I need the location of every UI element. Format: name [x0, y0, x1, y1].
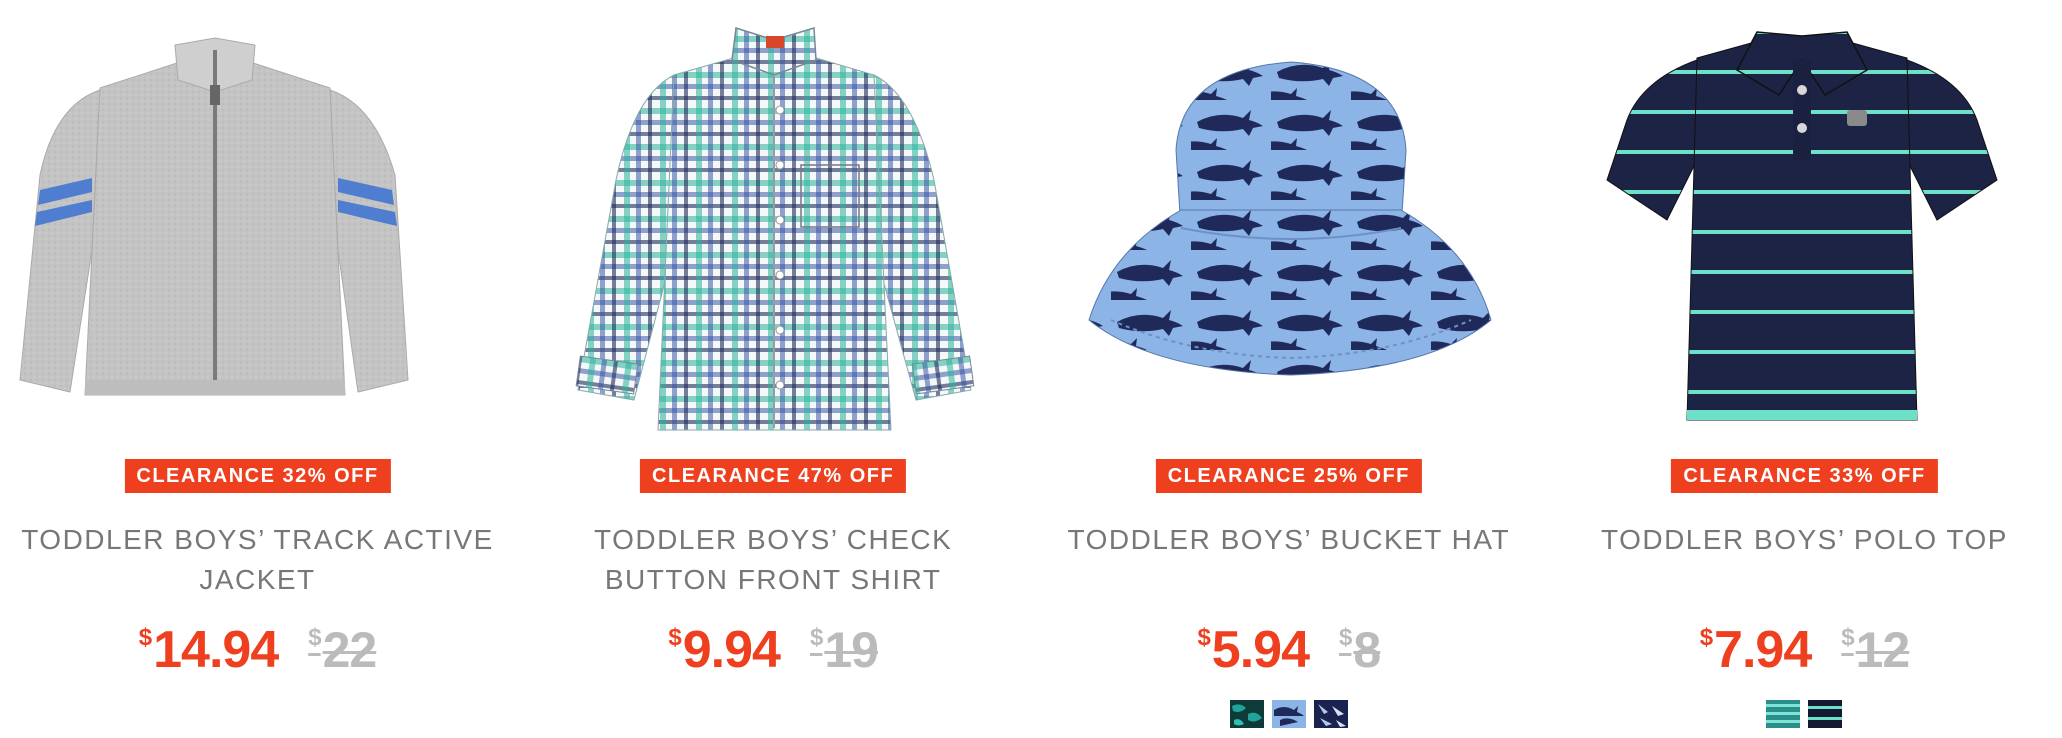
clearance-badge: CLEARANCE 32% OFF — [124, 459, 391, 493]
product-title[interactable]: TODDLER BOYS’ BUCKET HAT — [1051, 520, 1526, 560]
product-grid: CLEARANCE 32% OFF TODDLER BOYS’ TRACK AC… — [0, 0, 2062, 738]
color-swatches — [1031, 700, 1546, 728]
product-image[interactable] — [516, 0, 1031, 440]
navy-pattern-swatch-icon — [1313, 700, 1348, 728]
striped-polo-image — [1606, 31, 1998, 421]
product-image[interactable] — [0, 0, 515, 440]
price-row: $5.94 $8 — [1031, 608, 1546, 680]
product-card[interactable]: CLEARANCE 25% OFF TODDLER BOYS’ BUCKET H… — [1031, 0, 1546, 738]
clearance-badge: CLEARANCE 25% OFF — [1155, 459, 1422, 493]
original-price-value: 19 — [824, 622, 879, 678]
price-row: $9.94 $19 — [516, 608, 1031, 680]
product-card[interactable]: CLEARANCE 33% OFF TODDLER BOYS’ POLO TOP… — [1547, 0, 2062, 738]
currency-symbol: $ — [1197, 624, 1210, 651]
sale-price: $7.94 — [1699, 608, 1813, 680]
sale-price: $5.94 — [1197, 608, 1310, 680]
color-swatch[interactable] — [1808, 700, 1843, 728]
product-card[interactable]: CLEARANCE 47% OFF TODDLER BOYS’ CHECK BU… — [516, 0, 1031, 738]
currency-symbol: $ — [668, 624, 681, 651]
original-price: $8 — [1339, 608, 1381, 680]
currency-symbol: $ — [1339, 624, 1352, 651]
product-title[interactable]: TODDLER BOYS’ POLO TOP — [1567, 520, 2042, 560]
price-row: $14.94 $22 — [0, 608, 515, 680]
price-row: $7.94 $12 — [1547, 608, 2062, 680]
color-swatch[interactable] — [1229, 700, 1264, 728]
gray-track-jacket-image — [19, 37, 409, 396]
sale-price-value: 9.94 — [682, 621, 781, 679]
sale-price-value: 14.94 — [153, 621, 279, 679]
sale-price-value: 7.94 — [1714, 621, 1812, 679]
original-price: $19 — [809, 608, 879, 680]
clearance-badge: CLEARANCE 47% OFF — [640, 459, 907, 493]
currency-symbol: $ — [138, 624, 152, 651]
product-card[interactable]: CLEARANCE 32% OFF TODDLER BOYS’ TRACK AC… — [0, 0, 515, 738]
product-title[interactable]: TODDLER BOYS’ CHECK BUTTON FRONT SHIRT — [536, 520, 1011, 600]
color-swatch[interactable] — [1271, 700, 1306, 728]
color-swatch[interactable] — [1313, 700, 1348, 728]
sale-price-value: 5.94 — [1211, 621, 1310, 679]
color-swatches — [1547, 700, 2062, 728]
currency-symbol: $ — [1699, 624, 1713, 651]
color-swatch[interactable] — [1766, 700, 1801, 728]
teal-camo-swatch-icon — [1229, 700, 1264, 728]
plaid-shirt-image — [575, 27, 975, 431]
original-price: $22 — [308, 608, 378, 680]
currency-symbol: $ — [1841, 624, 1854, 651]
sale-price: $14.94 — [138, 608, 280, 680]
navy-stripe-swatch-icon — [1808, 700, 1843, 728]
currency-symbol: $ — [308, 624, 321, 651]
teal-stripe-swatch-icon — [1766, 700, 1801, 728]
clearance-badge: CLEARANCE 33% OFF — [1671, 459, 1938, 493]
original-price-value: 8 — [1353, 622, 1381, 678]
original-price: $12 — [1841, 608, 1911, 680]
original-price-value: 12 — [1855, 622, 1911, 678]
original-price-value: 22 — [322, 622, 378, 678]
product-image[interactable] — [1031, 0, 1546, 440]
blue-shark-swatch-icon — [1271, 700, 1306, 728]
sale-price: $9.94 — [668, 608, 781, 680]
product-title[interactable]: TODDLER BOYS’ TRACK ACTIVE JACKET — [20, 520, 495, 600]
product-image[interactable] — [1547, 0, 2062, 440]
shark-bucket-hat-image — [1088, 61, 1492, 376]
currency-symbol: $ — [809, 624, 823, 651]
